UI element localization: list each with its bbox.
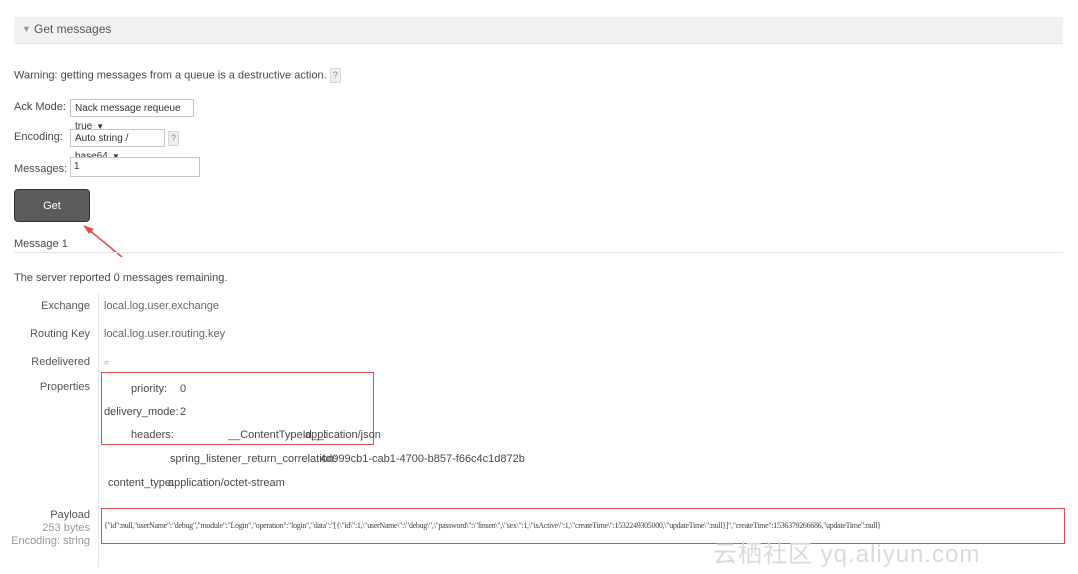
watermark-text: 云栖社区 yq.aliyun.com: [713, 541, 981, 568]
priority-label: priority:: [131, 383, 168, 395]
delivery-mode-label: delivery_mode:: [104, 406, 179, 418]
properties-label: Properties: [39, 381, 90, 393]
correlation-value: 4d999cb1-cab1-4700-b857-f66c4c1d872b: [320, 453, 525, 465]
delivery-mode-value: 2: [180, 406, 187, 418]
payload-encoding: Encoding: string: [11, 535, 90, 547]
content-type-label: content_type:: [108, 477, 175, 489]
exchange-label: Exchange: [41, 300, 90, 312]
redelivered-value: ○: [104, 358, 109, 367]
payload-text: {"id":null,"userName":"debug","module":"…: [104, 521, 881, 530]
routing-key-value: local.log.user.routing.key: [104, 328, 226, 340]
exchange-value: local.log.user.exchange: [104, 300, 219, 312]
routing-key-label: Routing Key: [30, 328, 90, 340]
priority-value: 0: [180, 383, 187, 395]
divider: [14, 252, 1063, 253]
payload-label: Payload: [50, 509, 90, 521]
correlation-label: spring_listener_return_correlation:: [170, 453, 337, 465]
message-heading: Message 1: [14, 238, 68, 250]
redelivered-label: Redelivered: [31, 356, 90, 368]
remaining-text: The server reported 0 messages remaining…: [14, 272, 228, 284]
column-divider: [98, 293, 99, 567]
content-type-value: application/octet-stream: [168, 477, 285, 489]
payload-size: 253 bytes: [42, 522, 90, 534]
content-type-id-value: application/json: [305, 429, 381, 441]
headers-label: headers:: [131, 429, 174, 441]
